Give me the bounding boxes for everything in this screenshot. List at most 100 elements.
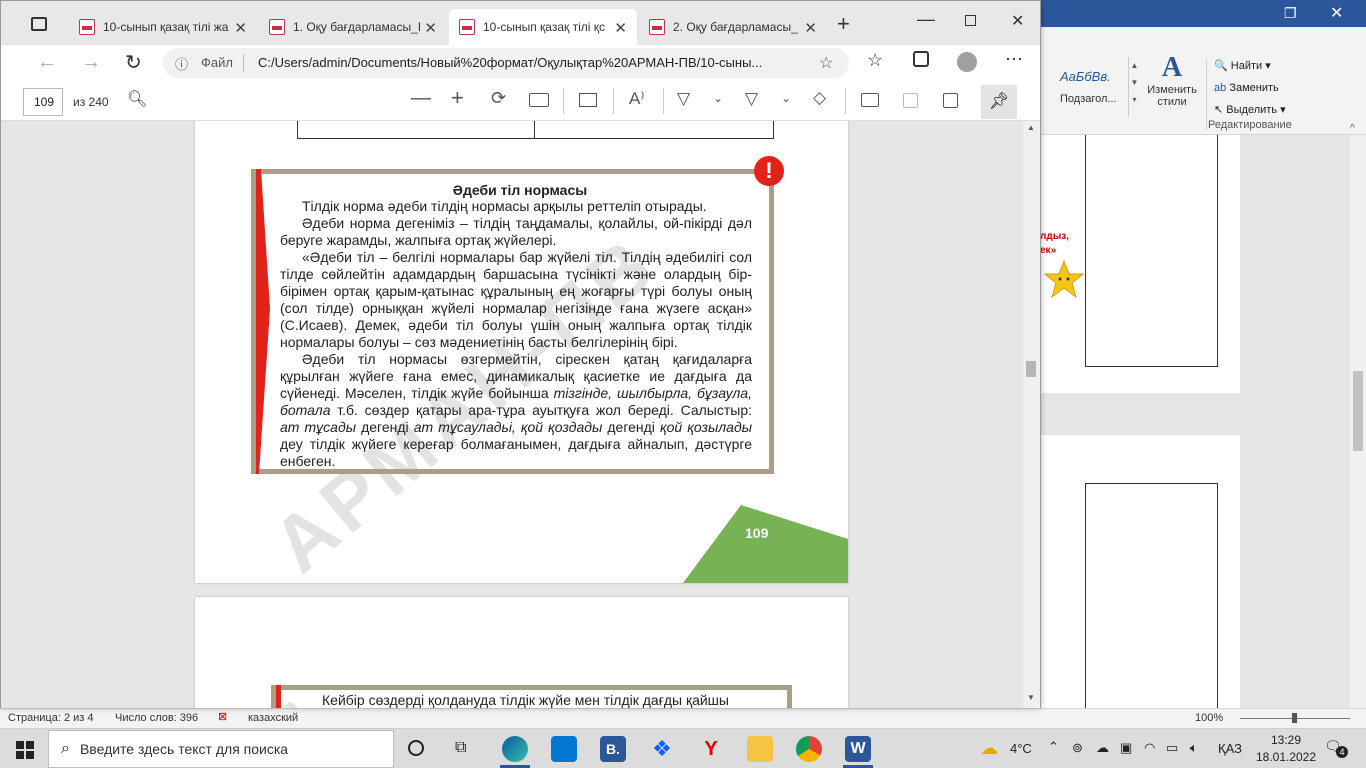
select-button[interactable]: ↖ Выделить ▾	[1214, 99, 1286, 121]
pdf-icon	[269, 19, 285, 35]
scroll-down-icon[interactable]: ▼	[1027, 693, 1035, 702]
address-field[interactable]: ⓘ Файл C:/Users/admin/Documents/Новый%20…	[163, 48, 849, 78]
yandex-icon[interactable]: Y	[698, 736, 724, 762]
draw-options-icon[interactable]: ⌄	[713, 91, 723, 105]
select-icon: ↖	[1214, 104, 1224, 116]
find-label: Найти	[1230, 60, 1263, 72]
word-page-1: лдыз, ек»	[1040, 135, 1240, 393]
onedrive-icon[interactable]: ☁	[1096, 740, 1109, 756]
network-icon[interactable]: ◠	[1144, 740, 1155, 756]
maximize-icon[interactable]	[965, 15, 976, 26]
fit-page-icon[interactable]	[529, 93, 549, 107]
word-close-icon[interactable]: ✕	[1330, 3, 1343, 23]
pdf-vertical-scrollbar[interactable]: ▲ ▼	[1023, 121, 1040, 708]
back-icon[interactable]: ←	[37, 51, 57, 74]
print-icon[interactable]	[861, 93, 879, 107]
close-tab-icon[interactable]: ✕	[804, 19, 817, 37]
highlight-icon[interactable]: ▽	[745, 89, 758, 109]
minimize-icon[interactable]: —	[917, 9, 935, 30]
scroll-up-icon[interactable]: ▲	[1027, 123, 1035, 132]
zoom-out-icon[interactable]: —	[411, 87, 431, 110]
styles-gallery[interactable]: АаБбВв. Подзагол...	[1042, 57, 1142, 117]
close-tab-icon[interactable]: ✕	[614, 19, 627, 37]
word-restore-icon[interactable]: ❐	[1284, 5, 1297, 22]
battery-icon[interactable]: ▭	[1166, 740, 1178, 756]
search-icon: ⌕	[61, 740, 70, 757]
explorer-icon[interactable]	[747, 736, 773, 762]
notifications-icon[interactable]: 🗨︎ 4	[1324, 738, 1348, 758]
ribbon-collapse-icon[interactable]: ^	[1350, 123, 1355, 134]
save-icon[interactable]	[903, 93, 918, 108]
new-tab-icon[interactable]: +	[837, 11, 850, 37]
status-zoom[interactable]: 100%	[1195, 712, 1223, 724]
taskbar-search[interactable]: ⌕ Введите здесь текст для поиска	[48, 730, 394, 768]
styles-scroll[interactable]: ▲ ▼ ▾	[1128, 57, 1140, 117]
collections-icon[interactable]	[913, 51, 929, 67]
close-tab-icon[interactable]: ✕	[424, 19, 437, 37]
rotate-icon[interactable]: ⟳	[491, 88, 506, 109]
url-text[interactable]: C:/Users/admin/Documents/Новый%20формат/…	[258, 55, 762, 70]
volume-icon[interactable]: 🔈︎	[1190, 740, 1198, 756]
edge-taskbar-icon[interactable]	[502, 736, 528, 762]
box-title: Әдеби тіл нормасы	[452, 182, 588, 198]
page-total: из 240	[73, 95, 109, 109]
cortana-icon[interactable]	[408, 740, 424, 756]
zoom-thumb[interactable]	[1292, 713, 1297, 723]
tab-actions-icon[interactable]	[31, 17, 47, 31]
page-view-icon[interactable]	[579, 93, 597, 107]
page-number-input[interactable]: 109	[23, 88, 63, 116]
clock[interactable]: 13:29 18.01.2022	[1254, 732, 1318, 766]
tray-icon-1[interactable]: ⊚	[1072, 740, 1083, 756]
highlight-options-icon[interactable]: ⌄	[781, 91, 791, 105]
save-as-icon[interactable]	[943, 93, 958, 108]
edit-group-label: Редактирование	[1208, 119, 1292, 131]
warning-icon: !	[754, 156, 784, 186]
search-icon[interactable]: 🔍︎	[127, 89, 147, 109]
start-icon[interactable]	[16, 741, 34, 759]
status-words[interactable]: Число слов: 396	[115, 712, 198, 724]
pdf-scroll-thumb[interactable]	[1026, 361, 1036, 377]
tab-1[interactable]: 10-сынып қазақ тілі жа ✕	[69, 9, 257, 45]
tray-expand-icon[interactable]: ⌃	[1048, 739, 1059, 755]
close-tab-icon[interactable]: ✕	[234, 19, 247, 37]
replace-button[interactable]: ab Заменить	[1214, 77, 1286, 99]
mail-icon[interactable]	[551, 736, 577, 762]
forward-icon[interactable]: →	[81, 51, 101, 74]
pdf-viewer[interactable]: АРМАН-ПВ Әдеби тіл нормасы Тілдік норма …	[1, 121, 1023, 708]
read-aloud-icon[interactable]: A⁾	[629, 89, 645, 109]
spellcheck-icon[interactable]: ⊠	[218, 710, 227, 723]
refresh-icon[interactable]: ↻	[125, 50, 142, 75]
favorites-icon[interactable]: ☆	[867, 50, 883, 71]
toolbar-divider	[613, 88, 614, 114]
tab-2[interactable]: 1. Оқу бағдарламасы_I ✕	[259, 9, 447, 45]
temperature[interactable]: 4°C	[1010, 741, 1032, 756]
paragraph-1: Тілдік норма әдеби тілдің нормасы арқылы…	[302, 198, 707, 214]
status-page[interactable]: Страница: 2 из 4	[8, 712, 94, 724]
tab-4[interactable]: 2. Оқу бағдарламасы_ ✕	[639, 9, 827, 45]
word-scroll-thumb[interactable]	[1353, 371, 1363, 451]
word-snippet-2: ек»	[1040, 245, 1057, 256]
add-favorite-icon[interactable]: ☆	[819, 53, 833, 73]
profile-avatar[interactable]	[957, 52, 977, 72]
status-lang[interactable]: казахский	[248, 712, 298, 724]
draw-icon[interactable]: ▽	[677, 89, 690, 109]
more-icon[interactable]: ⋯	[1005, 49, 1023, 70]
zoom-in-icon[interactable]: +	[451, 85, 464, 111]
change-styles-button[interactable]: A Изменить стили	[1142, 52, 1202, 127]
dropbox-icon[interactable]: ❖	[649, 736, 675, 762]
eraser-icon[interactable]: ◇	[813, 88, 826, 108]
word-taskbar-icon[interactable]: W	[845, 736, 871, 762]
weather-icon[interactable]: ☁	[980, 738, 998, 759]
word-vertical-scrollbar[interactable]	[1350, 135, 1366, 708]
close-window-icon[interactable]: ✕	[1011, 11, 1024, 31]
info-icon[interactable]: ⓘ	[175, 54, 188, 73]
task-view-icon[interactable]: ⧉	[455, 739, 466, 757]
tab-bar: 10-сынып қазақ тілі жа ✕ 1. Оқу бағдарла…	[1, 1, 1040, 45]
find-button[interactable]: 🔍 Найти ▾	[1214, 55, 1286, 77]
pin-toolbar-icon[interactable]: 📌︎	[981, 85, 1017, 119]
tray-icon-3[interactable]: ▣	[1120, 740, 1132, 756]
b-app-icon[interactable]: B.	[600, 736, 626, 762]
tab-3-active[interactable]: 10-сынып қазақ тілі қс ✕	[449, 9, 637, 45]
chrome-icon[interactable]	[796, 736, 822, 762]
language[interactable]: ҚАЗ	[1218, 741, 1242, 756]
